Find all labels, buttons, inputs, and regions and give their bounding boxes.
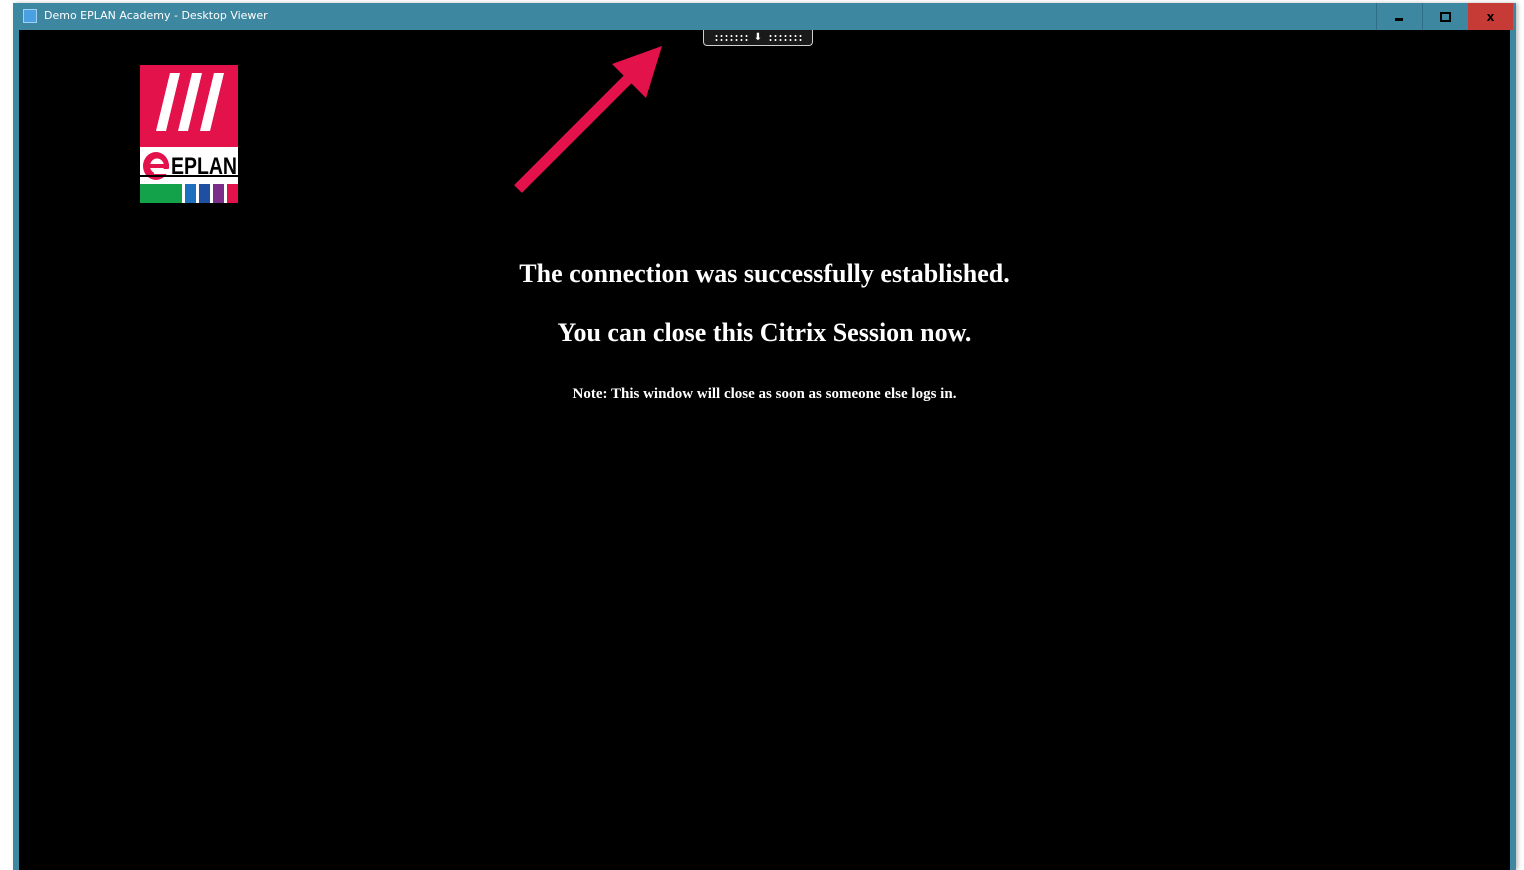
eplan-logo-graphic: EPLAN [140, 65, 238, 203]
close-button[interactable]: x [1468, 3, 1513, 30]
title-bar[interactable]: Demo EPLAN Academy - Desktop Viewer x [13, 3, 1516, 30]
eplan-logo: EPLAN [140, 65, 238, 203]
minimize-button[interactable] [1376, 3, 1421, 30]
maximize-icon [1439, 11, 1451, 22]
desktop-viewer-window: Demo EPLAN Academy - Desktop Viewer x ⬇ [13, 3, 1516, 870]
maximize-button[interactable] [1422, 3, 1467, 30]
chevron-down-icon: ⬇ [753, 31, 763, 43]
citrix-toolbar-handle[interactable]: ⬇ [703, 30, 813, 46]
connection-success-message: The connection was successfully establis… [519, 259, 1010, 288]
grip-right-icon [768, 33, 803, 42]
window-title: Demo EPLAN Academy - Desktop Viewer [44, 9, 268, 22]
close-icon: x [1486, 9, 1495, 24]
auto-close-note: Note: This window will close as soon as … [572, 386, 957, 402]
app-icon[interactable] [23, 9, 37, 23]
grip-left-icon [713, 33, 748, 42]
session-desktop: ⬇ EPLAN The connection was successfully … [19, 30, 1510, 870]
minimize-icon [1395, 18, 1403, 21]
close-session-message: You can close this Citrix Session now. [557, 318, 972, 347]
